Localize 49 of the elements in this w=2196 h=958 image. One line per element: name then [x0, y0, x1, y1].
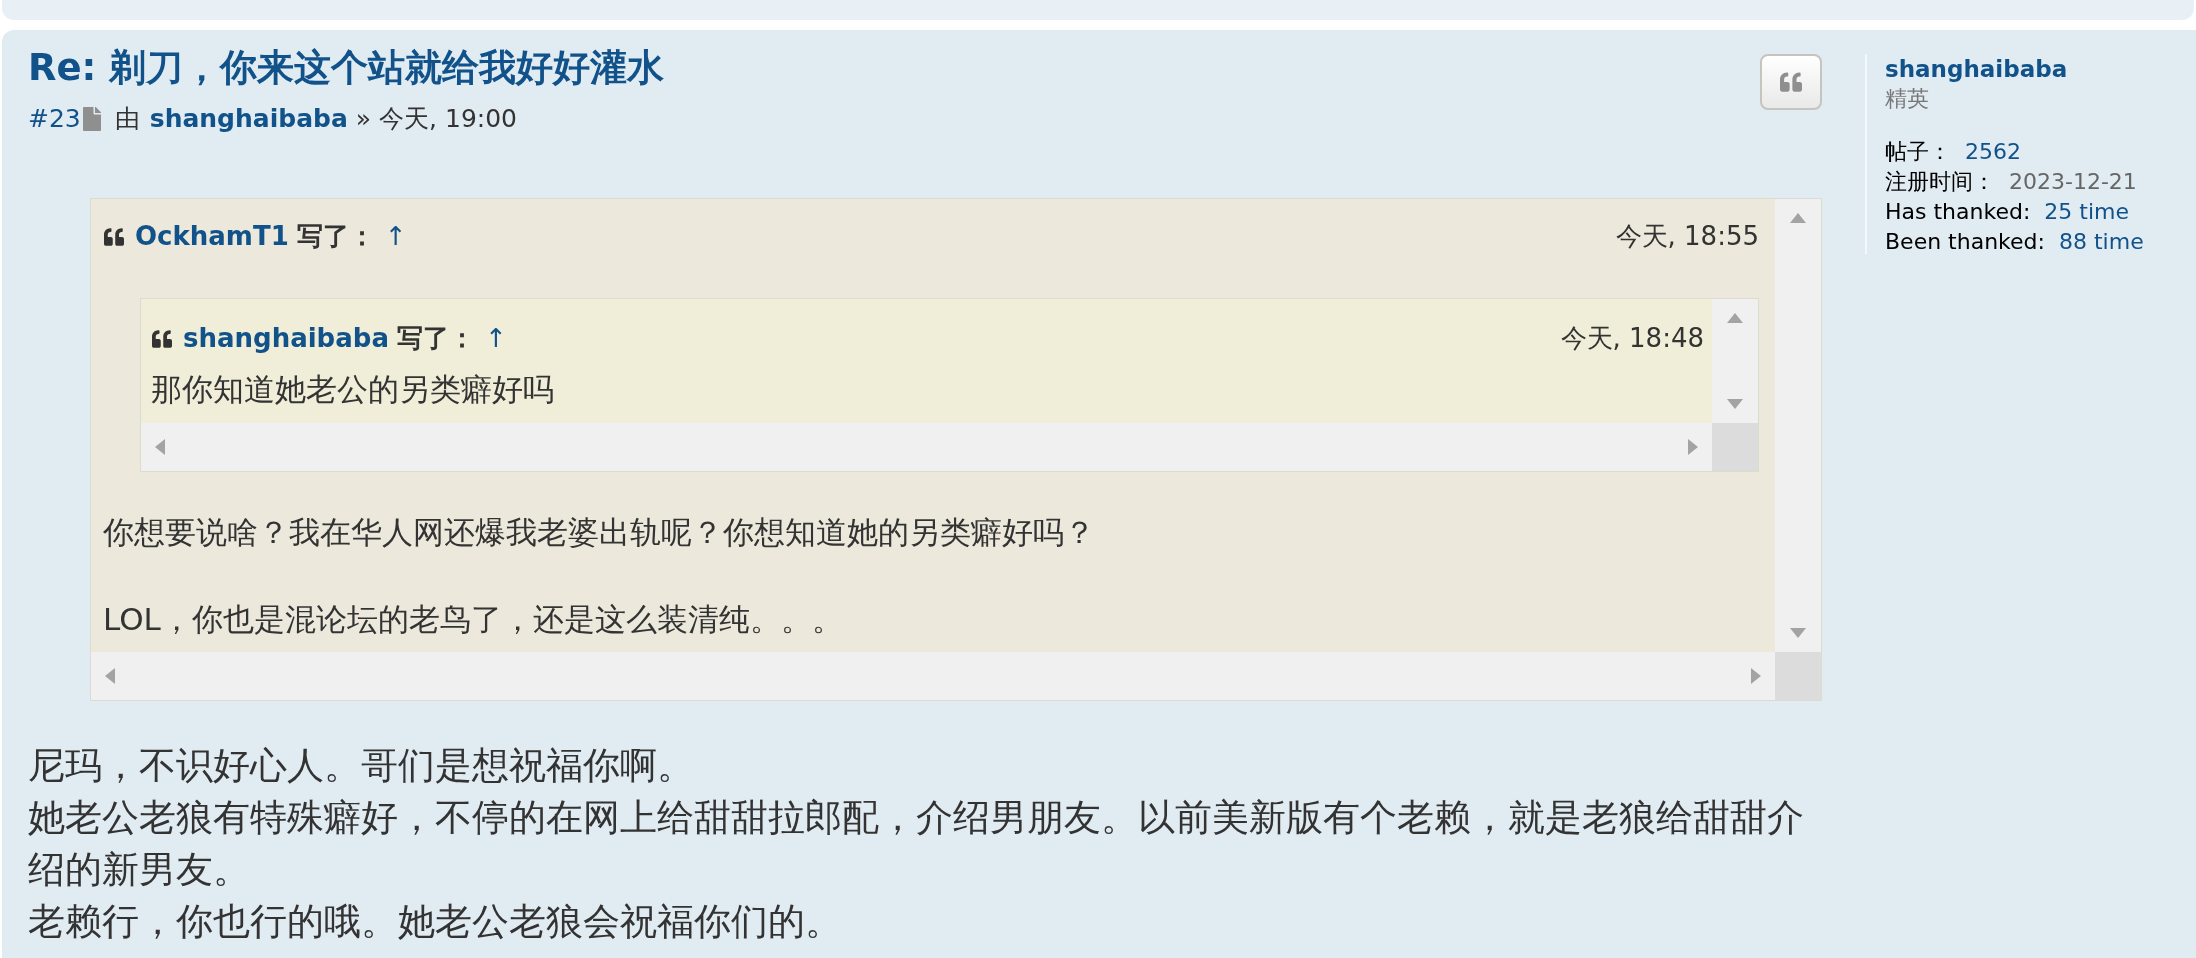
stat-label: 帖子：	[1885, 138, 1951, 166]
scroll-left-icon[interactable]	[155, 438, 165, 455]
scroll-down-icon[interactable]	[1790, 627, 1806, 638]
horizontal-scrollbar[interactable]	[141, 422, 1712, 471]
file-icon[interactable]	[82, 106, 101, 131]
stat-value: 2023-12-21	[2009, 168, 2137, 196]
profile-rank: 精英	[1885, 85, 1930, 113]
post-title[interactable]: Re: 剃刀，你来这个站就给我好好灌水	[28, 46, 1760, 90]
post-text: 尼玛，不识好心人。哥们是想祝福你啊。	[28, 742, 695, 789]
quote-time: 今天, 18:55	[1615, 220, 1759, 253]
scroll-down-icon[interactable]	[1727, 398, 1743, 409]
horizontal-scrollbar[interactable]	[91, 651, 1775, 700]
post-text: 老赖行，你也行的哦。她老公老狼会祝福你们的。	[28, 898, 843, 945]
quote-author[interactable]: shanghaibaba	[183, 319, 389, 358]
jump-arrow[interactable]: ↑	[484, 319, 507, 358]
quote-time: 今天, 18:48	[1560, 322, 1704, 355]
stat-value[interactable]: 2562	[1965, 137, 2021, 167]
scrollbar-corner	[1712, 422, 1758, 471]
vertical-scrollbar[interactable]	[1775, 198, 1821, 652]
scroll-up-icon[interactable]	[1790, 212, 1806, 223]
wrote-label: 写了：	[396, 322, 475, 355]
scroll-right-icon[interactable]	[1751, 667, 1761, 684]
scroll-left-icon[interactable]	[105, 667, 115, 684]
post-author[interactable]: shanghaibaba	[149, 100, 348, 138]
quote-text: 你想要说啥？我在华人网还爆我老婆出轨呢？你想知道她的另类癖好吗？	[103, 512, 1096, 552]
wrote-label: 写了：	[296, 220, 375, 253]
by-label: 由	[114, 103, 140, 135]
stat-label: Has thanked:	[1885, 198, 2031, 226]
quote-text: 那你知道她老公的另类癖好吗	[151, 369, 555, 409]
quote-text: LOL，你也是混论坛的老鸟了，还是这么装清纯。。。	[103, 599, 844, 639]
quote-author[interactable]: OckhamT1	[135, 217, 289, 256]
stat-label: 注册时间：	[1885, 168, 1995, 196]
stat-value[interactable]: 25 time	[2044, 197, 2130, 227]
stat-value[interactable]: 88 time	[2058, 227, 2144, 257]
quote-icon	[103, 226, 125, 247]
stat-label: Been thanked:	[1885, 228, 2045, 256]
quote-icon	[151, 328, 173, 349]
scroll-up-icon[interactable]	[1727, 312, 1743, 323]
quote-button[interactable]	[1760, 54, 1822, 110]
post-text: 她老公老狼有特殊癖好，不停的在网上给甜甜拉郎配，介绍男朋友。以前美新版有个老赖，就是老狼给甜甜介绍的新男友。	[28, 794, 1805, 893]
scroll-right-icon[interactable]	[1688, 438, 1698, 455]
separator: »	[355, 103, 372, 135]
quote-icon	[1779, 71, 1803, 93]
vertical-scrollbar[interactable]	[1712, 298, 1758, 423]
profile-username[interactable]: shanghaibaba	[1885, 54, 2144, 84]
jump-arrow[interactable]: ↑	[384, 217, 407, 256]
post-number[interactable]: #23	[28, 100, 81, 138]
post-time: 今天, 19:00	[379, 103, 518, 135]
scrollbar-corner	[1775, 651, 1821, 700]
